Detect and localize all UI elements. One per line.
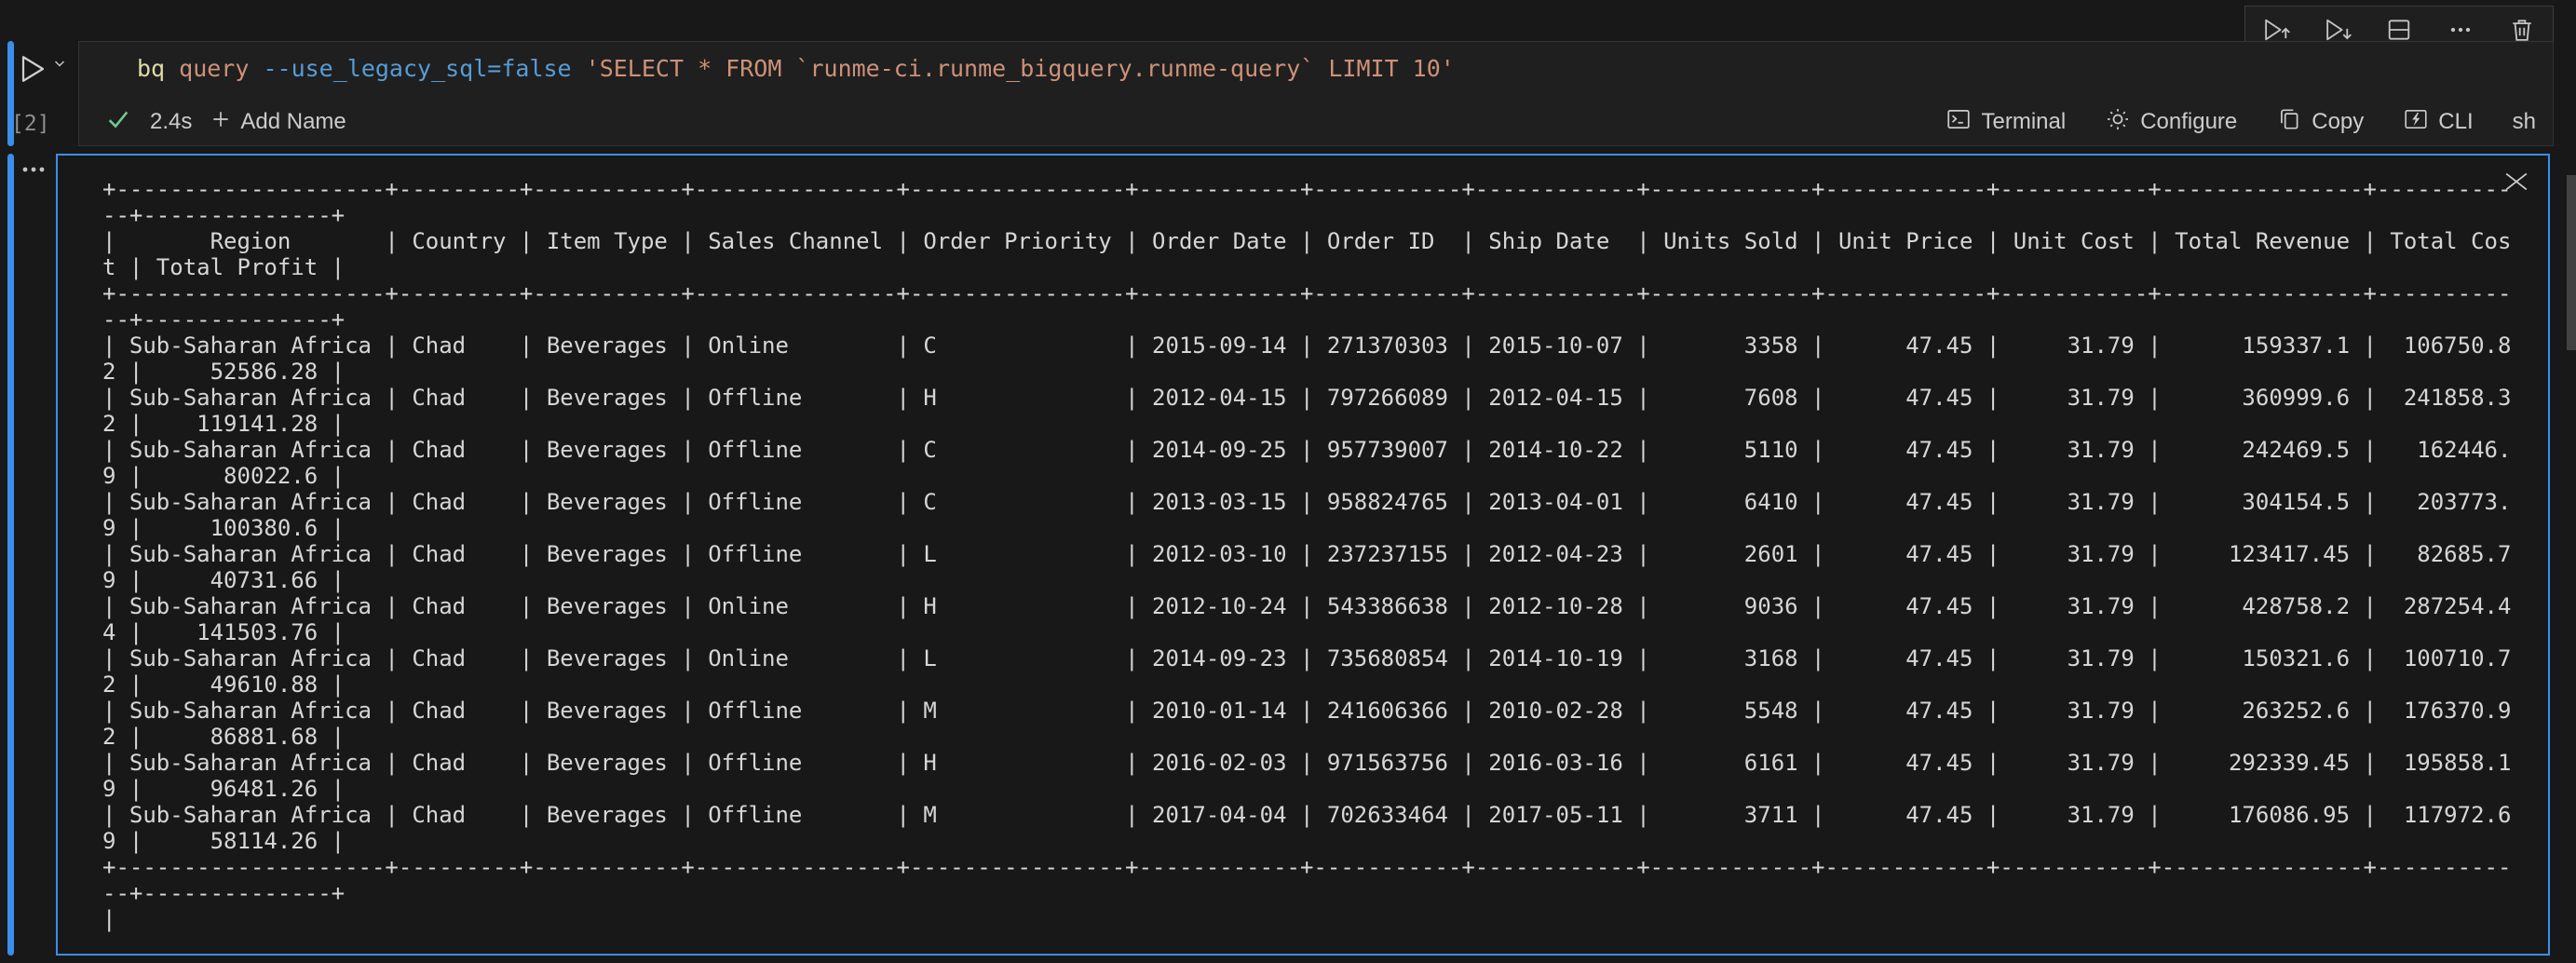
terminal-line: | Sub-Saharan Africa | Chad | Beverages … [102, 489, 2511, 515]
terminal-line: | [102, 906, 2511, 932]
terminal-line: --+--------------+ [102, 202, 2511, 228]
configure-button[interactable]: Configure [2105, 106, 2237, 139]
add-name-label: Add Name [240, 109, 346, 135]
terminal-icon [1946, 106, 1972, 139]
command-token: --use_legacy_sql=false [263, 55, 585, 82]
terminal-line: +--------------------+---------+--------… [102, 854, 2511, 880]
command-line[interactable]: bq query --use_legacy_sql=false 'SELECT … [137, 55, 1455, 88]
terminal-line: 9 | 40731.66 | [102, 567, 2511, 593]
terminal-line: 9 | 80022.6 | [102, 463, 2511, 489]
terminal-label: Terminal [1981, 109, 2066, 135]
plus-icon [210, 109, 231, 136]
terminal-text[interactable]: +--------------------+---------+--------… [102, 176, 2511, 932]
add-name-button[interactable]: Add Name [210, 109, 346, 136]
terminal-line: 9 | 58114.26 | [102, 828, 2511, 854]
terminal-line: | Sub-Saharan Africa | Chad | Beverages … [102, 332, 2511, 359]
terminal-line: 2 | 49610.88 | [102, 671, 2511, 698]
terminal-line: | Sub-Saharan Africa | Chad | Beverages … [102, 645, 2511, 671]
terminal-line: 4 | 141503.76 | [102, 619, 2511, 645]
cli-button[interactable]: CLI [2403, 106, 2473, 139]
terminal-line: 9 | 100380.6 | [102, 515, 2511, 541]
chevron-down-icon[interactable] [52, 56, 67, 75]
command-token: query [179, 55, 263, 82]
terminal-line: | Sub-Saharan Africa | Chad | Beverages … [102, 802, 2511, 828]
gear-icon [2105, 106, 2131, 139]
terminal-line: | Sub-Saharan Africa | Chad | Beverages … [102, 593, 2511, 619]
copy-icon [2276, 106, 2302, 139]
output-focus-bar[interactable] [7, 154, 14, 956]
cli-bolt-icon [2403, 106, 2429, 139]
terminal-line: | Region | Country | Item Type | Sales C… [102, 228, 2511, 254]
command-token: bq [137, 55, 179, 82]
terminal-button[interactable]: Terminal [1946, 106, 2066, 139]
terminal-line: | Sub-Saharan Africa | Chad | Beverages … [102, 385, 2511, 411]
configure-label: Configure [2140, 109, 2237, 135]
terminal-line: --+--------------+ [102, 880, 2511, 906]
terminal-line: | Sub-Saharan Africa | Chad | Beverages … [102, 541, 2511, 567]
language-picker[interactable]: sh [2513, 109, 2536, 135]
code-cell: bq query --use_legacy_sql=false 'SELECT … [78, 41, 2554, 146]
language-label: sh [2513, 109, 2536, 135]
terminal-line: 9 | 96481.26 | [102, 776, 2511, 802]
terminal-output: +--------------------+---------+--------… [56, 154, 2550, 956]
terminal-line: 2 | 52586.28 | [102, 359, 2511, 385]
terminal-line: t | Total Profit | [102, 254, 2511, 280]
success-check-icon [105, 106, 131, 139]
terminal-line: | Sub-Saharan Africa | Chad | Beverages … [102, 750, 2511, 776]
play-icon [15, 75, 48, 88]
terminal-line: | Sub-Saharan Africa | Chad | Beverages … [102, 437, 2511, 463]
terminal-line: 2 | 119141.28 | [102, 411, 2511, 437]
terminal-line: 2 | 86881.68 | [102, 724, 2511, 750]
execution-count: [2] [11, 112, 50, 136]
run-cell-button[interactable] [15, 52, 48, 88]
command-token: 'SELECT * FROM `runme-ci.runme_bigquery.… [586, 55, 1455, 82]
terminal-line: | Sub-Saharan Africa | Chad | Beverages … [102, 698, 2511, 724]
scrollbar-thumb[interactable] [2567, 175, 2576, 350]
cell-status-bar: 2.4s Add Name Terminal [105, 101, 2536, 143]
cli-label: CLI [2438, 109, 2473, 135]
terminal-line: +--------------------+---------+--------… [102, 280, 2511, 306]
execution-duration: 2.4s [150, 109, 192, 135]
close-icon[interactable] [2501, 170, 2531, 196]
copy-label: Copy [2312, 109, 2364, 135]
terminal-line: --+--------------+ [102, 306, 2511, 332]
copy-button[interactable]: Copy [2276, 106, 2364, 139]
output-options-ellipsis-icon[interactable] [19, 160, 50, 182]
terminal-line: +--------------------+---------+--------… [102, 176, 2511, 202]
